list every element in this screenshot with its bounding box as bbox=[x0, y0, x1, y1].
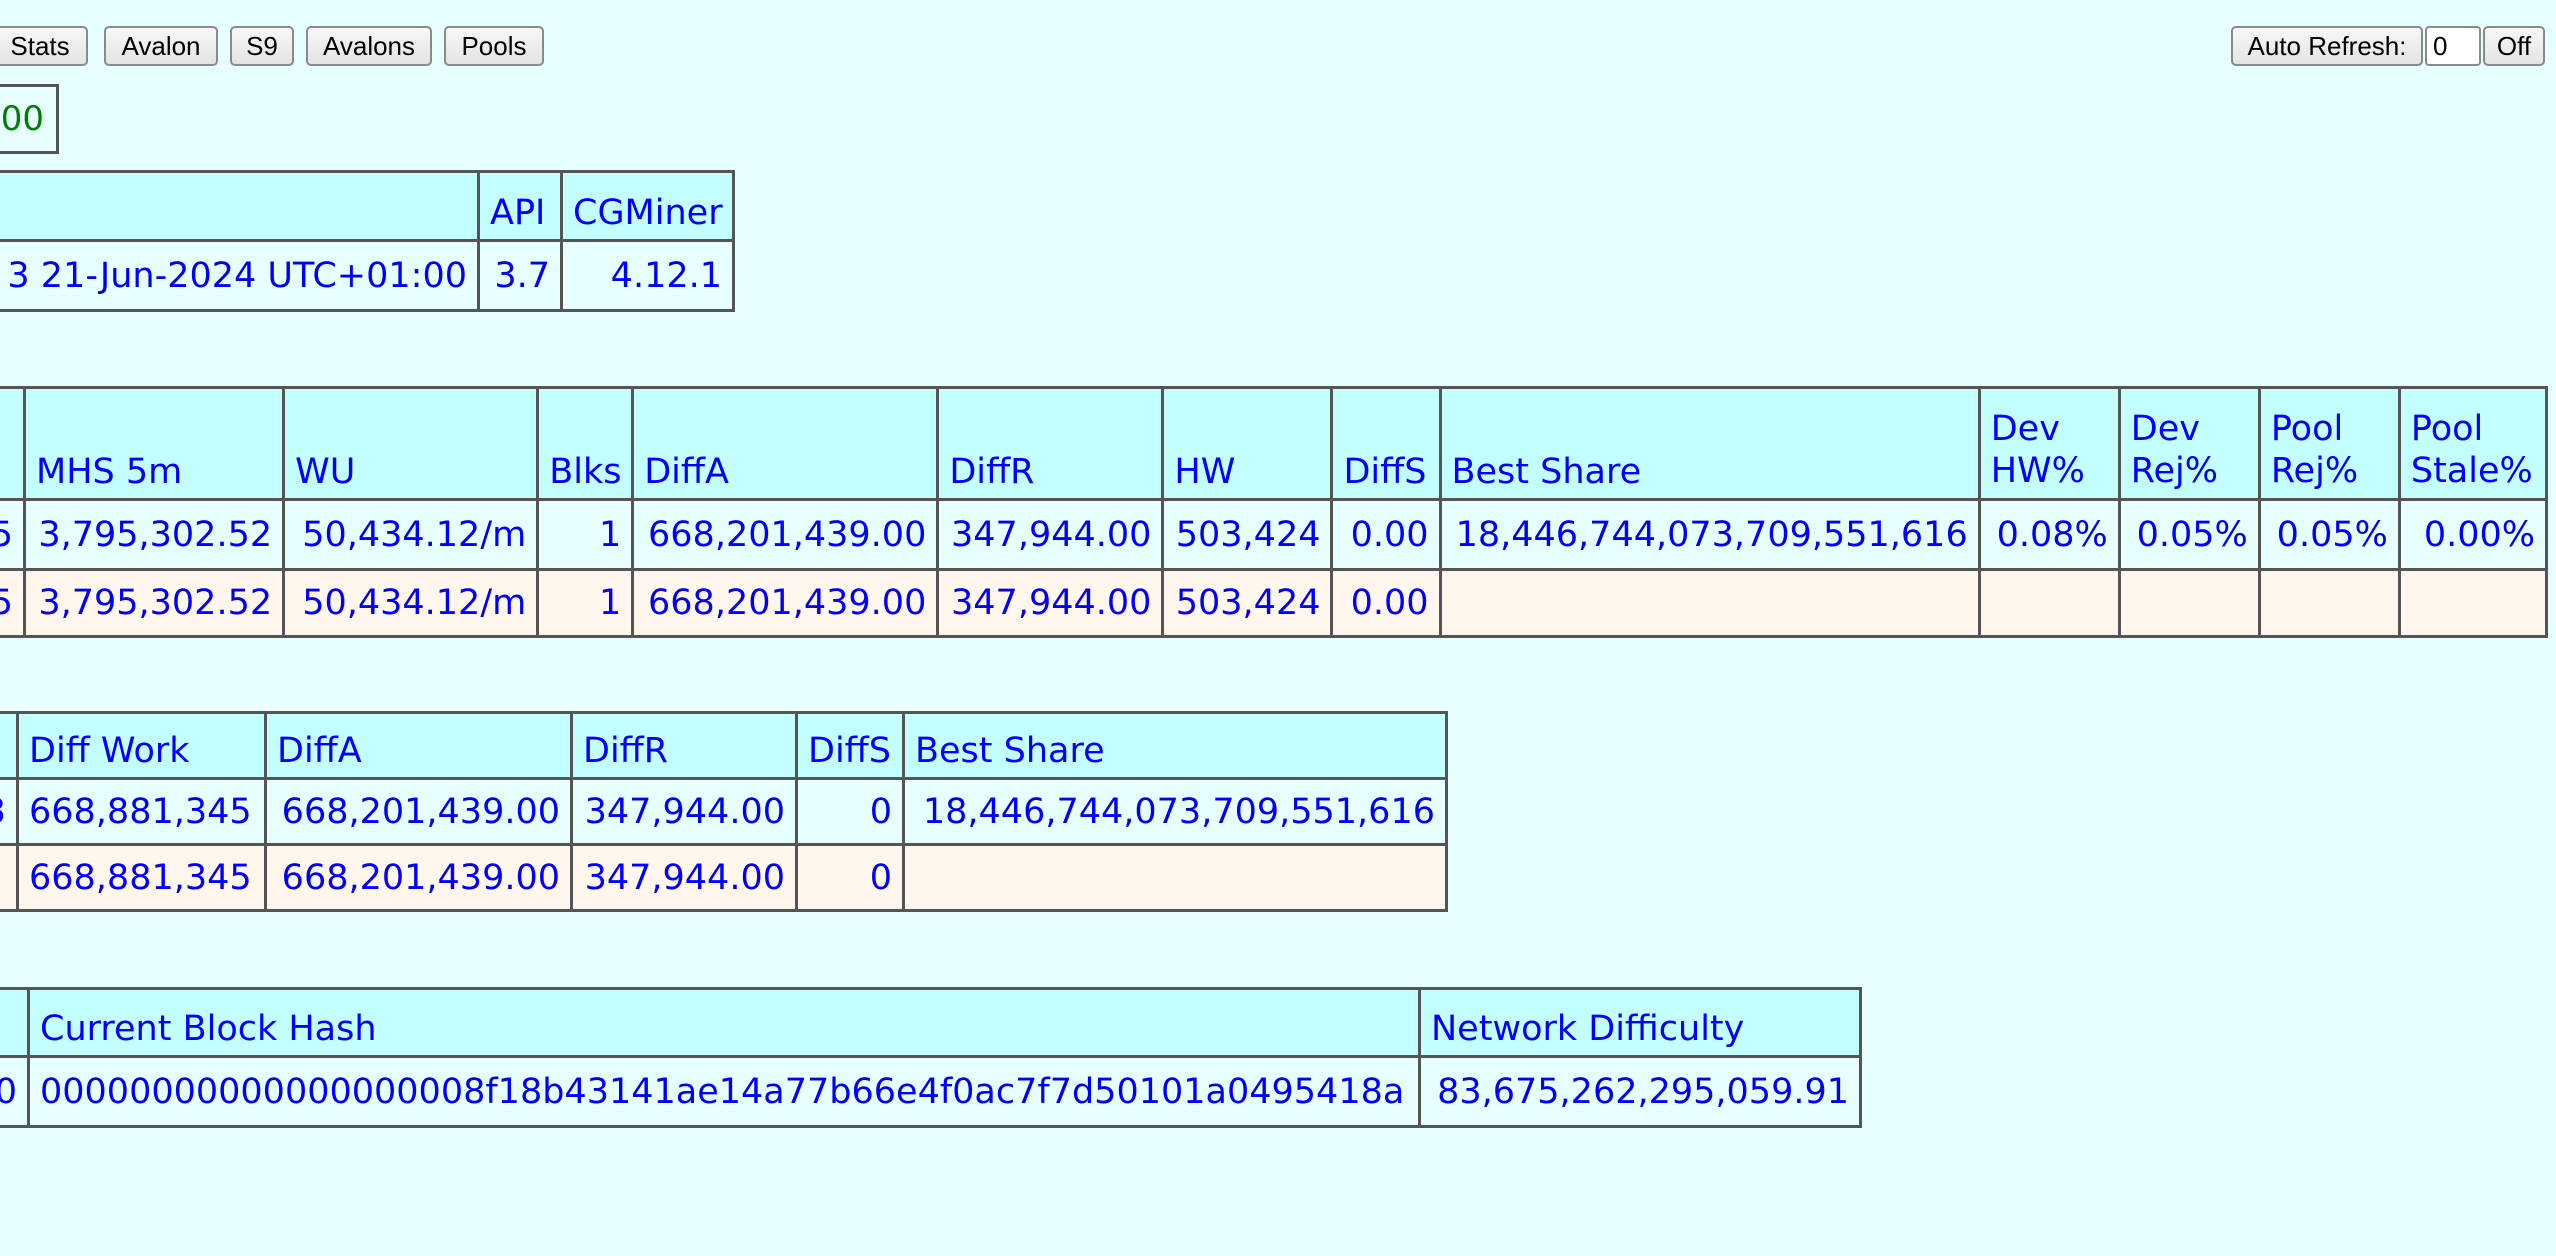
device-cell: 0.05% bbox=[2257, 498, 2401, 571]
version-row: 3 21-Jun-2024 UTC+01:00 3.7 4.12.1 bbox=[0, 239, 735, 312]
version-header-when bbox=[0, 170, 480, 242]
device-row: 5 3,795,302.52 50,434.12/m 1 668,201,439… bbox=[0, 498, 2549, 571]
version-cell-cgminer: 4.12.1 bbox=[560, 239, 735, 312]
pool-total-row: 668,881,345 668,201,439.00 347,944.00 0 bbox=[0, 843, 1448, 912]
pool-header-diff-work: Diff Work bbox=[16, 711, 267, 780]
device-cell bbox=[2117, 568, 2261, 638]
device-cell bbox=[2397, 568, 2549, 638]
device-cell: 50,434.12/m bbox=[282, 568, 540, 638]
pool-cell: 668,881,345 bbox=[16, 777, 267, 846]
device-cell: 0.08% bbox=[1977, 498, 2121, 571]
pool-header-diffr: DiffR bbox=[570, 711, 798, 780]
block-cell-difficulty: 83,675,262,295,059.91 bbox=[1418, 1055, 1862, 1128]
pools-button[interactable]: Pools bbox=[444, 26, 544, 66]
pool-table: Diff Work DiffA DiffR DiffS Best Share 3… bbox=[0, 711, 1448, 912]
device-cell bbox=[1977, 568, 2121, 638]
version-header-cgminer: CGMiner bbox=[560, 170, 735, 242]
block-header-row: Current Block Hash Network Difficulty bbox=[0, 987, 1862, 1058]
pool-header-row: Diff Work DiffA DiffR DiffS Best Share bbox=[0, 711, 1448, 780]
pool-row: 3 668,881,345 668,201,439.00 347,944.00 … bbox=[0, 777, 1448, 846]
device-cell: 0.00 bbox=[1330, 498, 1442, 571]
block-cell-id: 0 bbox=[0, 1055, 30, 1128]
device-header-best-share: Best Share bbox=[1438, 386, 1981, 501]
device-cell: 50,434.12/m bbox=[282, 498, 540, 571]
device-cell: 503,424 bbox=[1161, 498, 1334, 571]
device-cell: 503,424 bbox=[1161, 568, 1334, 638]
device-cell: 0.00% bbox=[2397, 498, 2549, 571]
stats-button[interactable]: Stats bbox=[0, 26, 88, 66]
device-cell: 1 bbox=[536, 498, 635, 571]
s9-button[interactable]: S9 bbox=[230, 26, 294, 66]
block-table: Current Block Hash Network Difficulty 0 … bbox=[0, 987, 1862, 1128]
device-cell: 5 bbox=[0, 498, 27, 571]
pool-cell: 668,201,439.00 bbox=[264, 843, 573, 912]
summary-value-box: 00 bbox=[0, 84, 59, 154]
device-cell bbox=[2257, 568, 2401, 638]
device-cell: 0.05% bbox=[2117, 498, 2261, 571]
version-header-row: API CGMiner bbox=[0, 170, 735, 242]
device-cell: 3,795,302.52 bbox=[23, 498, 286, 571]
pool-cell: 668,881,345 bbox=[16, 843, 267, 912]
off-button[interactable]: Off bbox=[2483, 26, 2545, 66]
pool-cell: 0 bbox=[795, 777, 905, 846]
pool-cell: 3 bbox=[0, 777, 19, 846]
device-header-pool-rej: Pool Rej% bbox=[2257, 386, 2401, 501]
device-header-dev-hw: Dev HW% bbox=[1977, 386, 2121, 501]
block-header-network-difficulty: Network Difficulty bbox=[1418, 987, 1862, 1058]
device-cell: 668,201,439.00 bbox=[631, 568, 940, 638]
avalon-button[interactable]: Avalon bbox=[104, 26, 218, 66]
device-table: MHS 5m WU Blks DiffA DiffR HW DiffS Best… bbox=[0, 386, 2549, 638]
device-cell: 5 bbox=[0, 568, 27, 638]
pool-header-best-share: Best Share bbox=[902, 711, 1448, 780]
device-header-diffa: DiffA bbox=[631, 386, 940, 501]
device-cell bbox=[1438, 568, 1981, 638]
device-header-mhs5m: MHS 5m bbox=[23, 386, 286, 501]
block-header-id bbox=[0, 987, 30, 1058]
device-cell: 18,446,744,073,709,551,616 bbox=[1438, 498, 1981, 571]
pool-header-id bbox=[0, 711, 19, 780]
pool-cell bbox=[0, 843, 19, 912]
device-cell: 0.00 bbox=[1330, 568, 1442, 638]
device-cell: 1 bbox=[536, 568, 635, 638]
pool-header-diffa: DiffA bbox=[264, 711, 573, 780]
device-total-row: 5 3,795,302.52 50,434.12/m 1 668,201,439… bbox=[0, 568, 2549, 638]
pool-cell: 347,944.00 bbox=[570, 843, 798, 912]
version-cell-when: 3 21-Jun-2024 UTC+01:00 bbox=[0, 239, 480, 312]
pool-cell: 668,201,439.00 bbox=[264, 777, 573, 846]
pool-cell bbox=[902, 843, 1448, 912]
version-table: API CGMiner 3 21-Jun-2024 UTC+01:00 3.7 … bbox=[0, 170, 735, 312]
block-row: 0 00000000000000000008f18b43141ae14a77b6… bbox=[0, 1055, 1862, 1128]
version-cell-api: 3.7 bbox=[477, 239, 563, 312]
device-header-diffs: DiffS bbox=[1330, 386, 1442, 501]
device-cell: 668,201,439.00 bbox=[631, 498, 940, 571]
device-header-pool-stale: Pool Stale% bbox=[2397, 386, 2549, 501]
device-header-row: MHS 5m WU Blks DiffA DiffR HW DiffS Best… bbox=[0, 386, 2549, 501]
pool-cell: 18,446,744,073,709,551,616 bbox=[902, 777, 1448, 846]
version-header-api: API bbox=[477, 170, 563, 242]
pool-cell: 0 bbox=[795, 843, 905, 912]
pool-cell: 347,944.00 bbox=[570, 777, 798, 846]
pool-header-diffs: DiffS bbox=[795, 711, 905, 780]
auto-refresh-button[interactable]: Auto Refresh: bbox=[2231, 26, 2423, 66]
device-header-diffr: DiffR bbox=[936, 386, 1165, 501]
device-header-hw: HW bbox=[1161, 386, 1334, 501]
device-cell: 347,944.00 bbox=[936, 568, 1165, 638]
device-header-id bbox=[0, 386, 27, 501]
block-cell-hash: 00000000000000000008f18b43141ae14a77b66e… bbox=[27, 1055, 1421, 1128]
device-cell: 347,944.00 bbox=[936, 498, 1165, 571]
device-header-dev-rej: Dev Rej% bbox=[2117, 386, 2261, 501]
device-header-blks: Blks bbox=[536, 386, 635, 501]
page-viewport: Stats Avalon S9 Avalons Pools Auto Refre… bbox=[0, 0, 2556, 1256]
device-header-wu: WU bbox=[282, 386, 540, 501]
summary-value: 00 bbox=[0, 99, 44, 139]
device-cell: 3,795,302.52 bbox=[23, 568, 286, 638]
auto-refresh-input[interactable] bbox=[2425, 26, 2481, 66]
avalons-button[interactable]: Avalons bbox=[306, 26, 432, 66]
block-header-current-hash: Current Block Hash bbox=[27, 987, 1421, 1058]
